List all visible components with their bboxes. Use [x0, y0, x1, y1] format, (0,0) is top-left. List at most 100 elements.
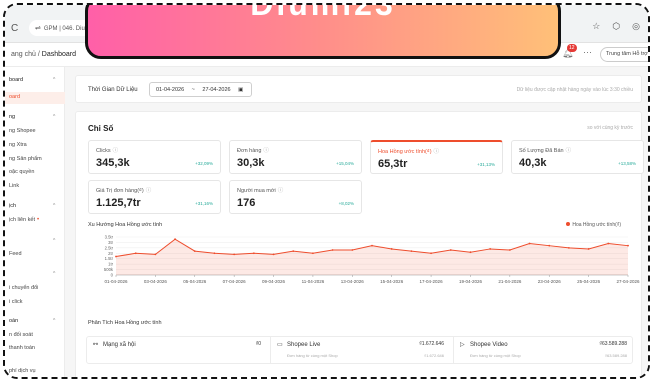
breakdown-value: ₫0	[255, 341, 261, 347]
sidebar-item[interactable]: n đối soát	[9, 332, 33, 338]
sidebar-item-label: thanh toán	[9, 345, 35, 351]
sidebar-item[interactable]: thanh toán	[9, 345, 35, 351]
data-point	[193, 250, 196, 253]
sidebar-item[interactable]: phí dịch vụ	[9, 368, 36, 374]
data-point	[430, 252, 432, 255]
y-tick-label: 0	[111, 273, 114, 278]
sidebar-item-label: i click	[9, 299, 23, 305]
sidebar-item[interactable]: oard	[9, 94, 20, 100]
metric-label-text: Đơn hàng	[237, 148, 262, 154]
breakdown-column[interactable]: ▭ Shopee Live ₫1.672.646 Đơn hàng từ cùng m…	[270, 337, 450, 363]
breakdown-name: ▷ Shopee Video	[460, 341, 508, 348]
sidebar-item[interactable]: ịch ^	[9, 203, 55, 209]
info-icon[interactable]: ⓘ	[566, 148, 572, 154]
data-point	[587, 248, 590, 250]
x-tick-label: 13-04-2026	[341, 279, 365, 284]
reload-icon[interactable]: C	[11, 23, 18, 34]
metric-card[interactable]: Hoa Hồng ước tính(₫) ⓘ 65,3tr +31,13%	[370, 140, 503, 174]
data-point	[351, 249, 354, 251]
chevron-up-icon[interactable]: ^	[53, 238, 55, 244]
series-area	[116, 239, 628, 275]
sidebar-item[interactable]: oặc quyền	[9, 169, 34, 175]
more-menu-icon[interactable]: ⋯	[583, 47, 592, 58]
screenshot-frame: C ⇌ GPM | 046. Diumi ☆ ⬡ ◎ ang chủ / Dash…	[3, 3, 650, 379]
breadcrumb-home[interactable]: ang chủ	[11, 51, 36, 58]
metric-card[interactable]: Đơn hàng ⓘ 30,3k +15,04%	[229, 140, 362, 174]
metric-label: Đơn hàng ⓘ	[237, 146, 269, 154]
sidebar-item[interactable]: ịch liên kết •	[9, 217, 39, 223]
metric-card[interactable]: Số Lượng Đã Bán ⓘ 40,3k +13,58%	[511, 140, 644, 174]
help-center-button[interactable]: Trung tâm Hỗ trợ	[600, 47, 648, 62]
metric-label: Số Lượng Đã Bán ⓘ	[519, 146, 571, 154]
sidebar-item[interactable]: i chuyển đổi	[9, 285, 38, 291]
data-point	[508, 249, 511, 251]
metric-card[interactable]: Người mua mới ⓘ 176 +8,02%	[229, 180, 362, 214]
chevron-up-icon[interactable]: ^	[53, 271, 55, 277]
data-point	[331, 249, 334, 251]
data-point	[548, 244, 551, 247]
sidebar-item[interactable]: ng Sản phẩm	[9, 156, 42, 162]
chevron-up-icon[interactable]: ^	[53, 203, 55, 209]
breakdown-column[interactable]: ⚯ Mạng xã hội ₫0	[87, 337, 267, 363]
metric-label: Giá Trị đơn hàng(₫) ⓘ	[96, 186, 151, 194]
extensions-icon[interactable]: ⬡	[612, 21, 620, 32]
breakdown-table: ⚯ Mạng xã hội ₫0 ▭ Shopee Live ₫1.672.646 Đơn …	[86, 336, 633, 364]
calendar-icon: ▣	[238, 87, 244, 93]
tune-icon: ⇌	[35, 25, 41, 32]
y-tick-label: 2tr	[108, 251, 113, 256]
trend-chart[interactable]: 0500k1tr1.5tr2tr2.5tr3tr3.5tr 01-04-2026 0…	[76, 227, 641, 303]
sidebar-item[interactable]: ng Shopee	[9, 128, 36, 134]
metric-card[interactable]: Giá Trị đơn hàng(₫) ⓘ 1.125,7tr +31,16%	[88, 180, 221, 214]
metric-label: Người mua mới ⓘ	[237, 186, 283, 194]
breakdown-name-text: Mạng xã hội	[103, 342, 136, 348]
sidebar-item-label: ng	[9, 114, 16, 120]
sidebar-item-label: oard	[9, 94, 21, 100]
bookmark-star-icon[interactable]: ☆	[592, 21, 600, 32]
breakdown-column[interactable]: ▷ Shopee Video ₫63.589.288 Đơn hàng từ cùng…	[453, 337, 633, 363]
sidebar: board ^ oard ng ^ ng Shopee ng Xtra ng Sản phẩm…	[5, 67, 65, 377]
y-tick-label: 2.5tr	[105, 245, 114, 250]
chevron-up-icon[interactable]: ^	[53, 318, 55, 324]
data-point	[371, 244, 373, 247]
legend-swatch	[566, 222, 571, 226]
sidebar-item[interactable]: Link	[9, 183, 19, 189]
x-tick-label: 03-04-2026	[144, 279, 168, 284]
data-point	[449, 249, 452, 251]
y-tick-label: 1tr	[108, 262, 113, 267]
metric-change: +31,16%	[195, 201, 213, 206]
sidebar-item-label: n đối soát	[9, 332, 33, 338]
sidebar-item-label: ịch	[9, 203, 17, 209]
date-filter-bar: Thời Gian Dữ Liệu 01-04-2026 ~ 27-04-202…	[75, 75, 642, 103]
data-point	[528, 242, 531, 245]
sidebar-item[interactable]: i click	[9, 299, 22, 305]
chevron-up-icon[interactable]: ^	[53, 77, 55, 83]
x-tick-label: 25-04-2026	[577, 279, 601, 284]
sidebar-item-label: Link	[9, 183, 20, 189]
sidebar-item[interactable]: Feed	[9, 251, 22, 257]
x-tick-label: 01-04-2026	[104, 279, 128, 284]
metric-card[interactable]: Clicks ⓘ 345,3k +32,09%	[88, 140, 221, 174]
profile-icon[interactable]: ◎	[632, 21, 640, 32]
x-tick-label: 27-04-2026	[616, 279, 640, 284]
info-icon[interactable]: ⓘ	[263, 148, 269, 154]
metric-change: +32,09%	[195, 161, 213, 166]
info-icon[interactable]: ⓘ	[278, 188, 284, 194]
sidebar-item[interactable]: oán ^	[9, 318, 55, 324]
sidebar-item-label: ng Sản phẩm	[9, 156, 42, 162]
info-icon[interactable]: ⓘ	[146, 188, 152, 194]
sidebar-item[interactable]: ng ^	[9, 114, 55, 120]
info-icon[interactable]: ⓘ	[434, 149, 440, 155]
data-point	[627, 244, 629, 247]
metric-change: +8,02%	[338, 201, 354, 206]
info-icon[interactable]: ⓘ	[113, 148, 119, 154]
date-range-picker[interactable]: 01-04-2026 ~ 27-04-2026 ▣	[149, 82, 252, 97]
y-tick-label: 500k	[104, 267, 114, 272]
breakdown-sub-value: ₫63.589.288	[604, 353, 627, 358]
live-icon: ▭	[277, 342, 283, 348]
chevron-up-icon[interactable]: ^	[53, 114, 55, 120]
sidebar-item[interactable]: board ^	[9, 77, 55, 83]
x-tick-label: 09-04-2026	[262, 279, 286, 284]
data-point	[312, 252, 314, 255]
sidebar-item[interactable]: ng Xtra	[9, 142, 27, 148]
data-point	[115, 255, 117, 258]
